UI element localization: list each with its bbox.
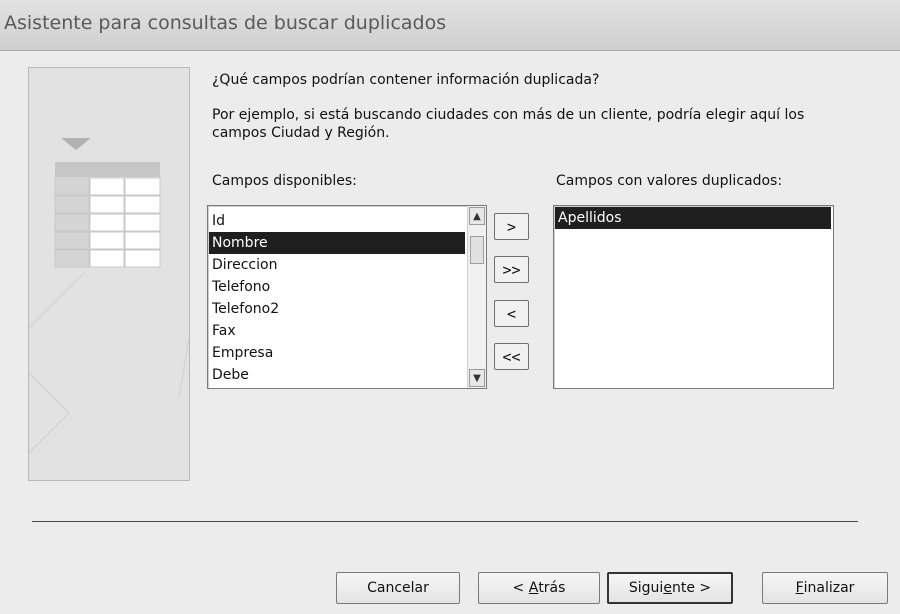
next-label-rest: nte > (671, 580, 712, 596)
back-button[interactable]: < Atrás (478, 572, 600, 604)
back-label-rest: trás (538, 580, 566, 596)
next-label-pre: Sigui (628, 580, 664, 596)
wizard-illustration (28, 67, 190, 481)
remove-field-button[interactable]: < (494, 300, 529, 327)
next-button[interactable]: Sigui e nte > (607, 572, 733, 604)
finish-label-rest: inalizar (803, 580, 855, 596)
cancel-button[interactable]: Cancelar (336, 572, 460, 604)
back-label-pre: < (512, 580, 529, 596)
duplicate-fields-list[interactable]: Apellidos (553, 205, 834, 389)
available-fields-list[interactable]: Id Nombre Direccion Telefono Telefono2 F… (207, 205, 487, 389)
scroll-down-icon[interactable]: ▼ (469, 369, 485, 387)
window-title: Asistente para consultas de buscar dupli… (4, 12, 447, 34)
list-item[interactable]: Debe (209, 364, 465, 386)
separator (32, 521, 858, 522)
add-all-fields-button[interactable]: >> (494, 256, 529, 283)
back-label-hotkey: A (528, 580, 539, 596)
scroll-up-icon[interactable]: ▲ (469, 207, 485, 225)
list-item[interactable]: Direccion (209, 254, 465, 276)
table-graphic-icon (28, 138, 190, 454)
finish-button[interactable]: Finalizar (762, 572, 888, 604)
remove-all-fields-button[interactable]: << (494, 343, 529, 370)
available-fields-label: Campos disponibles: (212, 173, 357, 189)
list-item[interactable]: Id (209, 210, 465, 232)
next-label-hotkey: e (663, 580, 672, 596)
scroll-thumb[interactable] (470, 236, 484, 264)
title-bar: Asistente para consultas de buscar dupli… (0, 0, 900, 51)
finish-label-hotkey: F (795, 580, 804, 596)
list-item[interactable]: Fax (209, 320, 465, 342)
duplicate-fields-label: Campos con valores duplicados: (556, 173, 783, 189)
list-item[interactable]: Telefono2 (209, 298, 465, 320)
list-item[interactable]: Empresa (209, 342, 465, 364)
add-field-button[interactable]: > (494, 213, 529, 240)
list-item[interactable]: Telefono (209, 276, 465, 298)
list-item-selected[interactable]: Nombre (209, 232, 465, 254)
vertical-scrollbar[interactable]: ▲ ▼ (467, 206, 486, 388)
question-text: ¿Qué campos podrían contener información… (212, 72, 600, 88)
list-item-selected[interactable]: Apellidos (555, 207, 831, 229)
example-text: Por ejemplo, si está buscando ciudades c… (212, 107, 805, 141)
